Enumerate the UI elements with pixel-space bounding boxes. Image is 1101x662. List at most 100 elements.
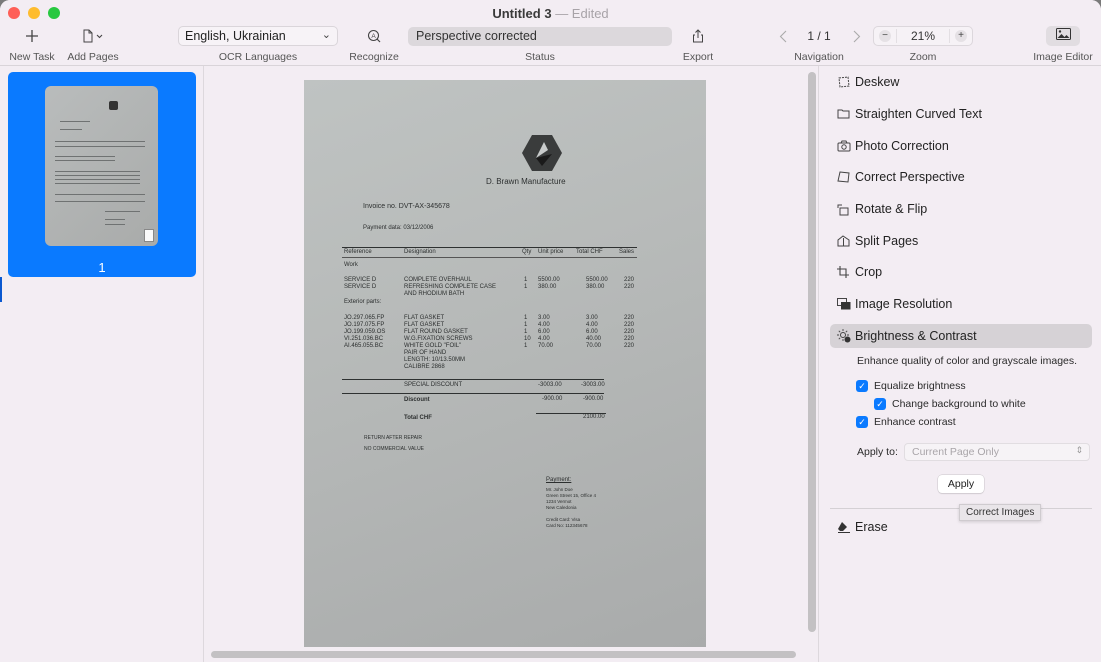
row-cell-total: 6.00 [586, 329, 598, 335]
section-label: Work [344, 262, 358, 268]
checkmark-icon: ✓ [856, 416, 868, 428]
rotate-icon [837, 203, 855, 216]
window-title: Untitled 3 — Edited [0, 6, 1101, 21]
row-cell-qty: 10 [524, 336, 531, 342]
vertical-scrollbar[interactable] [808, 72, 816, 632]
row-cell-ref: SERVICE D [344, 277, 377, 283]
checkmark-icon: ✓ [856, 380, 868, 392]
horizontal-scrollbar[interactable] [211, 651, 796, 658]
recognize-label: Recognize [349, 51, 399, 63]
panel-item-photo-correction[interactable]: Photo Correction [830, 134, 1092, 158]
apply-button[interactable]: Apply [938, 475, 984, 493]
add-pages-label: Add Pages [67, 51, 119, 63]
column-header: Sales [619, 249, 635, 255]
export-label: Export [682, 51, 714, 63]
camera-icon [837, 140, 855, 152]
panel-item-crop[interactable]: Crop [830, 260, 1092, 284]
enhance-contrast-checkbox[interactable]: ✓ Enhance contrast [856, 416, 956, 428]
panel-item-label: Deskew [855, 75, 900, 89]
edited-indicator: — Edited [555, 6, 609, 21]
panel-item-straighten-curved-text[interactable]: Straighten Curved Text [830, 102, 1092, 126]
row-cell-qty: 1 [524, 322, 528, 328]
panel-item-label: Erase [855, 520, 888, 534]
image-editor-panel: Deskew Straighten Curved Text Photo Correc… [820, 66, 1101, 662]
panel-item-rotate-flip[interactable]: Rotate & Flip [830, 197, 1092, 221]
discount-label: Discount [404, 397, 430, 403]
image-editor-group: Image Editor [1033, 26, 1093, 63]
panel-item-label: Correct Perspective [855, 170, 965, 184]
page-number: 1 [98, 260, 106, 275]
panel-item-correct-perspective[interactable]: Correct Perspective [830, 165, 1092, 189]
panel-item-label: Crop [855, 265, 883, 279]
row-cell-designation: LENGTH: 10/13.50MM [404, 357, 466, 363]
zoom-out-button[interactable]: − [879, 30, 891, 42]
row-cell-designation: FLAT GASKET [404, 322, 445, 328]
image-resolution-icon [837, 298, 855, 310]
new-task-button[interactable]: New Task [9, 26, 55, 63]
row-cell-ref: SERVICE D [344, 284, 377, 290]
zoom-in-button[interactable]: + [955, 30, 967, 42]
ocr-languages-label: OCR Languages [218, 51, 298, 63]
total-value: 2100.00 [583, 414, 605, 420]
row-cell-sales: 220 [624, 322, 635, 328]
thumbnail-logo [109, 101, 118, 110]
page-thumbnail-selected[interactable]: 1 [8, 72, 196, 277]
row-cell-designation: WHITE GOLD "FOIL" [404, 343, 462, 349]
checkbox-label: Equalize brightness [874, 380, 966, 392]
row-cell-total: 380.00 [586, 284, 605, 290]
apply-to-value: Current Page Only [912, 446, 999, 458]
panel-item-image-resolution[interactable]: Image Resolution [830, 292, 1092, 316]
next-page-button[interactable] [848, 26, 866, 46]
document-view: D. Brawn Manufacture Invoice no. DVT-AX-… [205, 66, 819, 662]
status-group: Status [520, 26, 560, 63]
document-icon [144, 229, 154, 242]
recognize-icon: A [351, 26, 397, 46]
recognize-button[interactable]: A Recognize [349, 26, 399, 63]
special-discount-label: SPECIAL DISCOUNT [404, 382, 463, 388]
row-cell-ref: JO.197.075.FP [344, 322, 385, 328]
row-cell-qty: 1 [524, 343, 528, 349]
panel-item-label: Rotate & Flip [855, 202, 928, 216]
chevron-left-icon [774, 26, 792, 46]
image-editor-label: Image Editor [1033, 51, 1093, 63]
background-white-checkbox[interactable]: ✓ Change background to white [874, 398, 1026, 410]
company-name: D. Brawn Manufacture [486, 177, 566, 186]
row-cell-qty: 1 [524, 284, 528, 290]
row-cell-sales: 220 [624, 315, 635, 321]
perspective-icon [837, 171, 855, 183]
share-icon [683, 26, 713, 46]
zoom-label: Zoom [909, 51, 937, 63]
split-pages-icon [837, 235, 855, 247]
panel-item-split-pages[interactable]: Split Pages [830, 229, 1092, 253]
invoice-number: Invoice no. DVT-AX-345678 [363, 203, 450, 210]
payment-date: Payment data: 03/12/2006 [363, 225, 434, 231]
panel-item-deskew[interactable]: Deskew [830, 70, 1092, 94]
brightness-description: Enhance quality of color and grayscale i… [857, 355, 1078, 367]
eraser-icon [837, 521, 855, 533]
row-cell-unit: 380.00 [538, 284, 557, 290]
row-cell-qty: 1 [524, 315, 528, 321]
row-cell-unit: 3.00 [538, 315, 550, 321]
checkmark-icon: ✓ [874, 398, 886, 410]
row-cell-designation: REFRESHING COMPLETE CASE [404, 284, 497, 290]
export-button[interactable]: Export [683, 26, 713, 63]
checkbox-label: Change background to white [892, 398, 1026, 410]
row-cell-designation: AND RHODIUM BATH [404, 291, 465, 297]
apply-to-label: Apply to: [857, 446, 898, 458]
payment-line: Credit Card: Visa [546, 517, 581, 522]
special-discount-unit: -3003.00 [538, 382, 562, 388]
panel-item-erase[interactable]: Erase [830, 515, 1092, 539]
row-cell-designation: PAIR OF HAND [404, 350, 447, 356]
add-pages-button[interactable]: Add Pages [67, 26, 119, 63]
row-cell-designation: CALIBRE 2868 [404, 364, 445, 370]
row-cell-unit: 4.00 [538, 336, 550, 342]
equalize-brightness-checkbox[interactable]: ✓ Equalize brightness [856, 380, 966, 392]
apply-to-select[interactable]: Current Page Only ⇕ [904, 443, 1090, 461]
panel-item-brightness-contrast[interactable]: Brightness & Contrast [830, 324, 1092, 348]
discount-unit: -900.00 [542, 396, 563, 402]
page-thumbnail-image [45, 86, 158, 246]
new-task-label: New Task [9, 51, 55, 63]
row-cell-total: 3.00 [586, 315, 598, 321]
previous-page-button[interactable] [774, 26, 792, 46]
column-header: Reference [344, 249, 372, 255]
